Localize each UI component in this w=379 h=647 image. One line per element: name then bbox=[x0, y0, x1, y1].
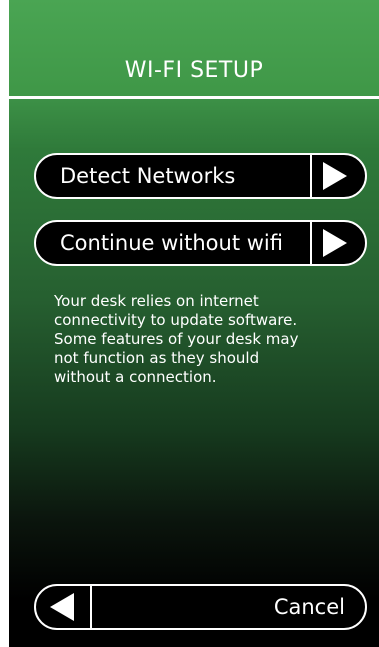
info-line: connectivity to update software. bbox=[54, 311, 298, 329]
info-line: without a connection. bbox=[54, 368, 217, 386]
continue-without-wifi-label: Continue without wifi bbox=[60, 231, 283, 255]
info-message: Your desk relies on internet connectivit… bbox=[54, 292, 354, 387]
arrow-left-icon bbox=[50, 593, 74, 621]
cancel-label: Cancel bbox=[273, 595, 345, 619]
detect-networks-button[interactable]: Detect Networks bbox=[34, 153, 367, 199]
button-divider bbox=[310, 222, 312, 264]
wifi-setup-screen: WI-FI SETUP Detect Networks Continue wit… bbox=[9, 0, 379, 647]
header-divider bbox=[9, 96, 379, 99]
continue-without-wifi-button[interactable]: Continue without wifi bbox=[34, 220, 367, 266]
info-line: Some features of your desk may bbox=[54, 330, 299, 348]
arrow-right-icon bbox=[323, 162, 347, 190]
detect-networks-label: Detect Networks bbox=[60, 164, 236, 188]
page-title: WI-FI SETUP bbox=[124, 58, 264, 83]
info-line: not function as they should bbox=[54, 349, 260, 367]
left-border bbox=[0, 0, 9, 647]
cancel-button[interactable]: Cancel bbox=[34, 584, 367, 630]
arrow-right-icon bbox=[323, 229, 347, 257]
header-bar: WI-FI SETUP bbox=[9, 0, 379, 97]
info-line: Your desk relies on internet bbox=[54, 292, 259, 310]
button-divider bbox=[310, 155, 312, 197]
button-divider bbox=[90, 586, 92, 628]
